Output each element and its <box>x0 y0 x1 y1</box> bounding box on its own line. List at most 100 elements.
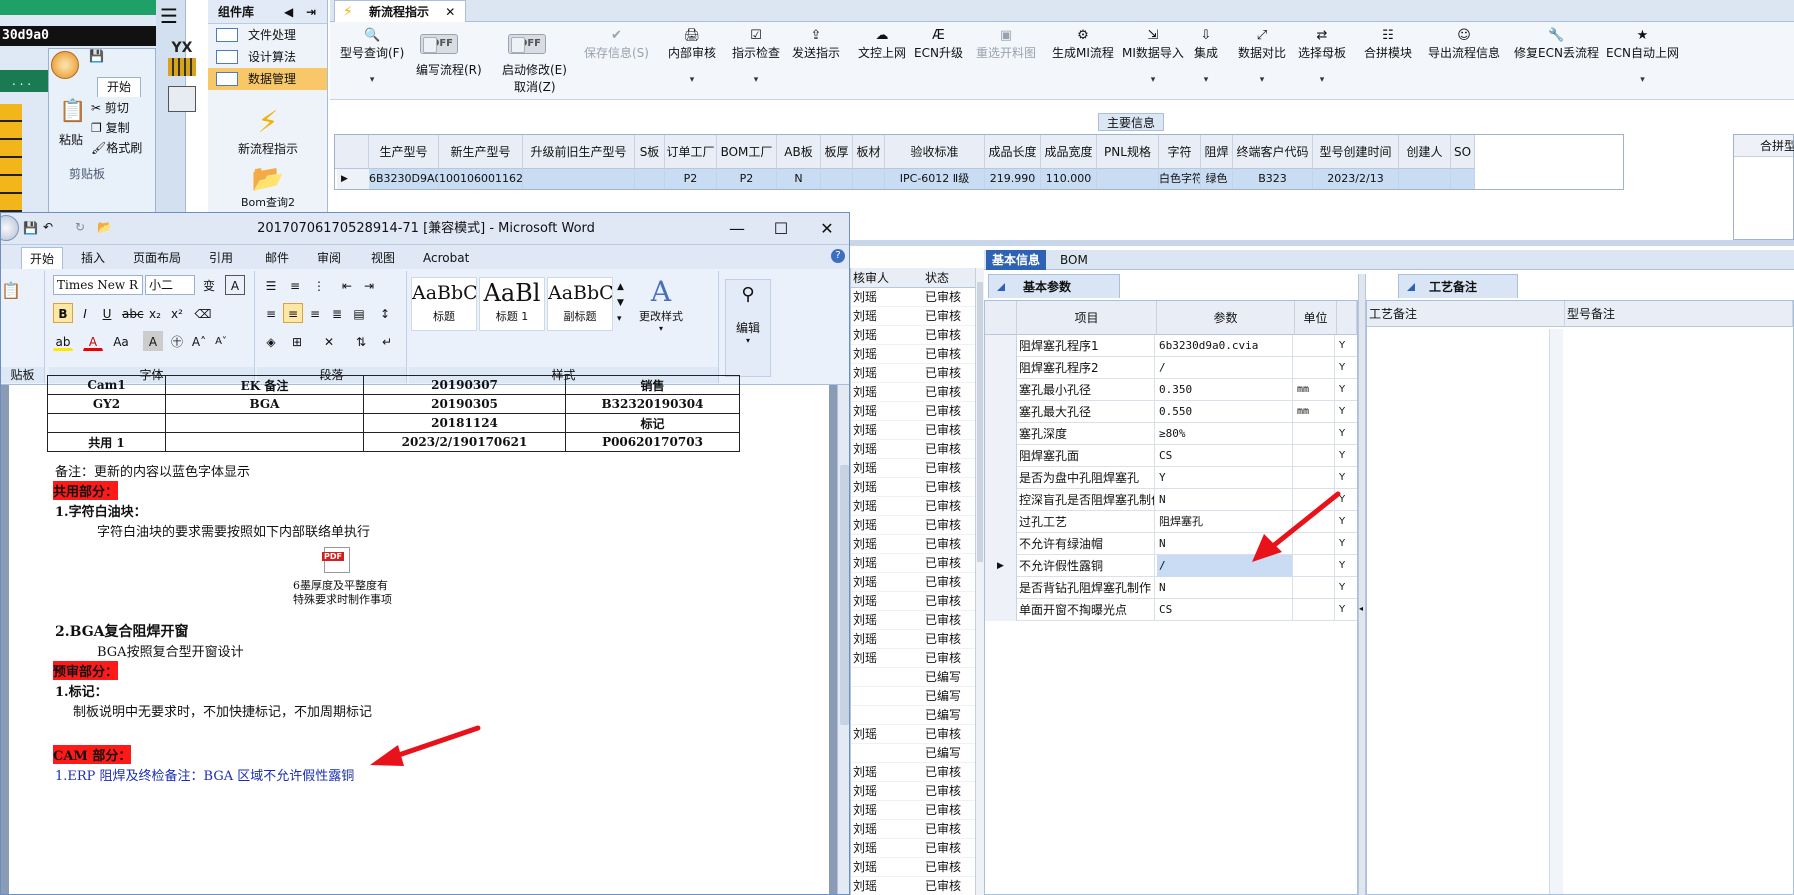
approval-row[interactable]: 刘瑶 已审核 <box>851 801 975 820</box>
bullets-icon[interactable]: ☰ <box>261 275 281 295</box>
main-info-header-9[interactable]: 验收标准 <box>885 135 985 169</box>
approval-row[interactable]: 刘瑶 已审核 <box>851 307 975 326</box>
write-flow-toggle[interactable]: OFF <box>420 34 458 54</box>
paste-label[interactable]: 粘贴 <box>59 131 83 148</box>
main-info-header-7[interactable]: 板厚 <box>821 135 853 169</box>
doc-table-cell[interactable]: GY2 <box>47 394 166 414</box>
main-info-cell-1[interactable]: 10010600116265 <box>439 169 523 189</box>
approval-row[interactable]: 刘瑶 已审核 <box>851 611 975 630</box>
open-folder-icon[interactable]: 📂 <box>97 220 112 234</box>
justify-icon[interactable]: ≣ <box>327 303 347 323</box>
arrow-left-icon[interactable]: ◀ <box>284 0 293 24</box>
tab-references[interactable]: 引用 <box>209 247 233 269</box>
sort-icon[interactable]: ⇅ <box>351 331 371 351</box>
align-center-icon[interactable]: ≡ <box>283 303 303 323</box>
toolbar-button-10[interactable]: ⇩ 集成 ▾ <box>1194 28 1218 85</box>
toolbar-button-16[interactable]: ★ ECN自动上网 ▾ <box>1606 28 1679 85</box>
strikethrough-button[interactable]: abc <box>121 303 144 323</box>
param-value[interactable]: N <box>1157 533 1293 555</box>
param-header-item[interactable]: 项目 <box>1017 301 1157 335</box>
align-right-icon[interactable]: ≡ <box>305 303 325 323</box>
main-info-header-11[interactable]: 成品宽度 <box>1041 135 1097 169</box>
param-value[interactable]: Y <box>1157 467 1293 489</box>
param-value[interactable]: / <box>1157 555 1293 577</box>
char-shading-icon[interactable]: A <box>143 331 163 351</box>
tab-page-layout[interactable]: 页面布局 <box>133 247 181 269</box>
tab-review[interactable]: 审阅 <box>317 247 341 269</box>
doc-table-cell[interactable]: 20190305 <box>363 394 566 414</box>
approval-row[interactable]: 刘瑶 已审核 <box>851 383 975 402</box>
main-info-cell-4[interactable]: P2 <box>665 169 717 189</box>
scrollbar-thumb[interactable] <box>977 282 983 562</box>
param-row[interactable]: 阻焊塞孔程序2/ Y <box>985 357 1357 379</box>
main-info-cell-18[interactable] <box>1451 169 1475 189</box>
minimize-button[interactable]: — <box>715 213 759 245</box>
main-info-header-16[interactable]: 型号创建时间 <box>1313 135 1399 169</box>
doc-table-cell[interactable]: P00620170703 <box>565 432 740 452</box>
new-flow-tool[interactable]: ⚡ 新流程指示 <box>208 106 328 157</box>
vertical-splitter[interactable]: ◂ <box>1358 274 1366 895</box>
toolbar-button-15[interactable]: 🔧 修复ECN丢流程 <box>1514 28 1599 61</box>
doc-table-cell[interactable]: 2023/2/190170621 <box>363 432 566 452</box>
main-info-cell-12[interactable] <box>1097 169 1159 189</box>
main-info-cell-17[interactable] <box>1399 169 1451 189</box>
approval-row[interactable]: 刘瑶 已审核 <box>851 592 975 611</box>
param-row[interactable]: 阻焊塞孔面 CS Y <box>985 445 1357 467</box>
main-info-header-14[interactable]: 阻焊 <box>1201 135 1233 169</box>
approval-row[interactable]: 刘瑶 已审核 <box>851 820 975 839</box>
toolbar-button-14[interactable]: ☺ 导出流程信息 <box>1428 28 1500 61</box>
toolbar-button-5[interactable]: ☁ 文控上网 <box>858 28 906 61</box>
approval-row[interactable]: 刘瑶 已审核 <box>851 725 975 744</box>
distributed-icon[interactable]: ▤ <box>349 303 369 323</box>
craft-notes-scrollbar[interactable] <box>1549 329 1563 894</box>
approval-row[interactable]: 刘瑶 已审核 <box>851 649 975 668</box>
chevron-down-icon[interactable]: ▾ <box>668 75 716 85</box>
increase-indent-icon[interactable]: ⇥ <box>359 275 379 295</box>
main-info-header-2[interactable]: 升级前旧生产型号 <box>523 135 635 169</box>
main-info-cell-10[interactable]: 219.990 <box>985 169 1041 189</box>
pdf-icon[interactable]: PDF <box>322 547 350 573</box>
tab-acrobat[interactable]: Acrobat <box>423 247 469 269</box>
decrease-indent-icon[interactable]: ⇤ <box>337 275 357 295</box>
tab-basic-info[interactable]: 基本信息 <box>986 250 1047 270</box>
save-icon[interactable]: 💾 <box>23 221 38 235</box>
style-heading-1[interactable]: AaBl 标题 1 <box>479 277 545 331</box>
undo-icon[interactable]: ↶ <box>43 220 53 234</box>
param-value[interactable]: ≥80% <box>1157 423 1293 445</box>
approval-row[interactable]: 刘瑶 已审核 <box>851 839 975 858</box>
approval-row[interactable]: 刘瑶 已审核 <box>851 877 975 895</box>
toolbar-button-4[interactable]: ⇪ 发送指示 <box>792 28 840 61</box>
doc-table-cell[interactable] <box>165 413 364 433</box>
shading-icon[interactable]: ◈ <box>261 331 281 351</box>
chevron-down-icon[interactable]: ▾ <box>340 75 404 85</box>
approval-row[interactable]: 刘瑶 已审核 <box>851 402 975 421</box>
approval-row[interactable]: 刘瑶 已审核 <box>851 421 975 440</box>
approval-row[interactable]: 刘瑶 已审核 <box>851 478 975 497</box>
param-value[interactable]: / <box>1157 357 1293 379</box>
toolbar-button-11[interactable]: ⤢ 数据对比 ▾ <box>1238 28 1286 85</box>
grow-font-icon[interactable]: 变 <box>199 275 219 295</box>
param-header-unit[interactable]: 单位 <box>1295 301 1337 335</box>
start-modify-toggle[interactable]: OFF <box>508 34 546 54</box>
main-info-cell-9[interactable]: IPC-6012 Ⅱ级 <box>885 169 985 189</box>
main-info-cell-5[interactable]: P2 <box>717 169 777 189</box>
factory-icon[interactable] <box>168 58 196 76</box>
line-spacing-icon[interactable]: ↕ <box>375 303 395 323</box>
approval-row[interactable]: 刘瑶 已审核 <box>851 630 975 649</box>
format-brush-button[interactable]: 🖌格式刷 <box>91 139 142 156</box>
main-info-header-10[interactable]: 成品长度 <box>985 135 1041 169</box>
main-info-header-4[interactable]: 订单工厂 <box>665 135 717 169</box>
italic-button[interactable]: I <box>75 303 95 323</box>
param-value[interactable]: N <box>1157 489 1293 511</box>
font-name-select[interactable]: Times New R <box>53 275 143 295</box>
doc-table-cell[interactable]: BGA <box>165 394 364 414</box>
main-info-header-12[interactable]: PNL规格 <box>1097 135 1159 169</box>
toolbar-button-6[interactable]: Æ ECN升级 <box>914 28 963 61</box>
tab-view[interactable]: 视图 <box>371 247 395 269</box>
approval-row[interactable]: 刘瑶 已审核 <box>851 573 975 592</box>
font-size-select[interactable]: 小二 <box>145 275 195 295</box>
chevron-down-icon[interactable]: ▾ <box>1238 75 1286 85</box>
tab-bom[interactable]: BOM <box>1054 250 1094 270</box>
main-info-header-15[interactable]: 终端客户代码 <box>1233 135 1313 169</box>
calculator-icon[interactable] <box>168 86 196 112</box>
